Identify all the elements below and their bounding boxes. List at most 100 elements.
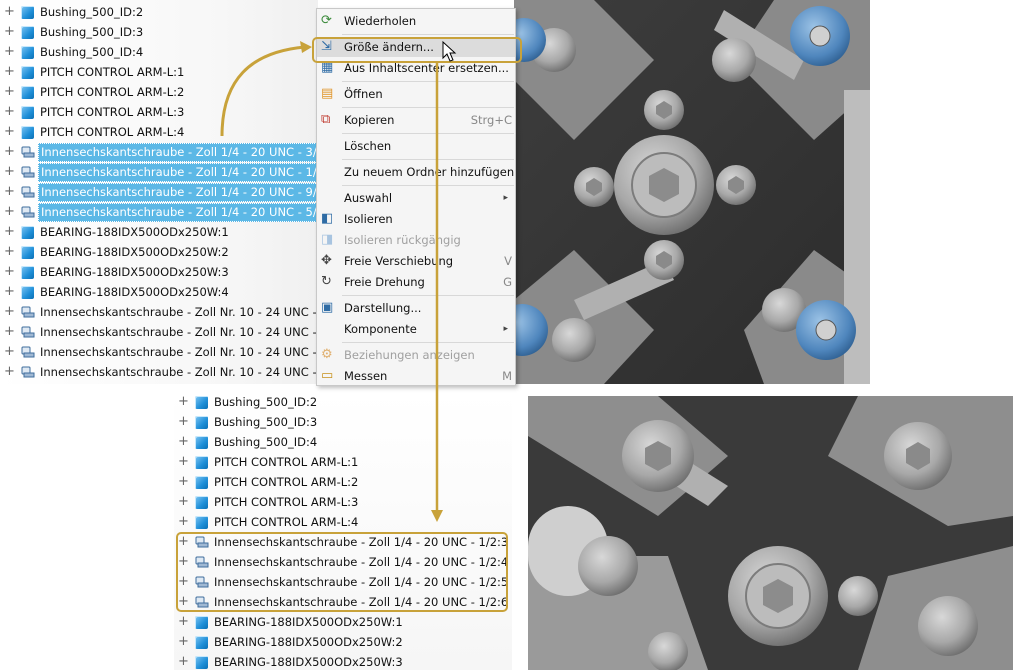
menu-item[interactable]: ✥ Freie Verschiebung V <box>317 251 515 271</box>
expand-icon[interactable]: + <box>178 632 189 652</box>
expand-icon[interactable]: + <box>4 262 15 282</box>
expand-icon[interactable]: + <box>4 82 15 102</box>
part-icon <box>21 246 34 259</box>
menu-separator <box>342 295 514 296</box>
menu-item[interactable]: ⧉ Kopieren Strg+C <box>317 110 515 130</box>
part-icon <box>21 266 34 279</box>
expand-icon[interactable]: + <box>4 342 15 362</box>
menu-item-label: Isolieren <box>344 212 393 226</box>
tree-row-label: Bushing_500_ID:3 <box>214 415 318 429</box>
menu-item[interactable]: ▣ Darstellung... <box>317 298 515 318</box>
menu-item-label: Öffnen <box>344 87 383 101</box>
graphics-view-after[interactable] <box>528 396 1013 670</box>
expand-icon[interactable]: + <box>4 22 15 42</box>
graphics-view-before[interactable] <box>514 0 870 384</box>
content-center-icon: ▦ <box>321 60 334 75</box>
menu-separator <box>342 107 514 108</box>
expand-icon[interactable]: + <box>4 202 15 222</box>
menu-item[interactable]: ▤ Öffnen <box>317 84 515 104</box>
tree-row-label: PITCH CONTROL ARM-L:4 <box>214 515 359 529</box>
menu-item[interactable]: ▭ Messen M <box>317 366 515 386</box>
tree-row-label: BEARING-188IDX500ODx250W:1 <box>214 615 403 629</box>
undo-isolate-icon: ◨ <box>321 232 334 247</box>
expand-icon[interactable]: + <box>4 182 15 202</box>
menu-item[interactable]: Zu neuem Ordner hinzufügen <box>317 162 515 182</box>
part-icon <box>21 286 34 299</box>
appearance-icon: ▣ <box>321 300 334 315</box>
part-icon <box>195 616 208 629</box>
tree-row-label: Innensechskantschraube - Zoll Nr. 10 - 2… <box>40 365 318 379</box>
expand-icon[interactable]: + <box>178 452 189 472</box>
part-icon <box>195 416 208 429</box>
screw-icon <box>21 146 35 159</box>
free-move-icon: ✥ <box>321 253 332 268</box>
expand-icon[interactable]: + <box>4 282 15 302</box>
expand-icon[interactable]: + <box>178 492 189 512</box>
menu-item[interactable]: Auswahl ▸ <box>317 188 515 208</box>
expand-icon[interactable]: + <box>4 242 15 262</box>
expand-icon[interactable]: + <box>178 472 189 492</box>
menu-separator <box>342 81 514 82</box>
menu-separator <box>342 342 514 343</box>
tree-row-label: Innensechskantschraube - Zoll 1/4 - 20 U… <box>38 203 318 222</box>
menu-item[interactable]: ⟳ Wiederholen <box>317 11 515 31</box>
expand-icon[interactable]: + <box>4 222 15 242</box>
menu-item-label: Freie Verschiebung <box>344 254 454 268</box>
submenu-arrow-icon: ▸ <box>503 324 508 334</box>
expand-icon[interactable]: + <box>4 62 15 82</box>
screw-icon <box>21 346 35 359</box>
tree-row-label: PITCH CONTROL ARM-L:4 <box>40 125 185 139</box>
tree-row-label: Bushing_500_ID:2 <box>214 395 318 409</box>
menu-separator <box>342 185 514 186</box>
menu-item[interactable]: ↻ Freie Drehung G <box>317 272 515 292</box>
menu-separator <box>342 159 514 160</box>
expand-icon[interactable]: + <box>4 142 15 162</box>
menu-item-label: Messen <box>344 369 388 383</box>
tree-row-label: BEARING-188IDX500ODx250W:1 <box>40 225 229 239</box>
expand-icon[interactable]: + <box>178 412 189 432</box>
menu-item-label: Isolieren rückgängig <box>344 233 461 247</box>
expand-icon[interactable]: + <box>4 102 15 122</box>
menu-item-shortcut: Strg+C <box>470 113 512 127</box>
part-icon <box>195 476 208 489</box>
part-icon <box>21 6 34 19</box>
tree-row-label: Bushing_500_ID:4 <box>214 435 318 449</box>
expand-icon[interactable]: + <box>4 122 15 142</box>
measure-icon: ▭ <box>321 368 334 383</box>
screw-icon <box>21 186 35 199</box>
tree-row-label: Bushing_500_ID:2 <box>40 5 144 19</box>
menu-item-label: Freie Drehung <box>344 275 425 289</box>
expand-icon[interactable]: + <box>4 42 15 62</box>
expand-icon[interactable]: + <box>4 322 15 342</box>
expand-icon[interactable]: + <box>178 432 189 452</box>
copy-icon: ⧉ <box>321 112 331 127</box>
menu-item[interactable]: Löschen <box>317 136 515 156</box>
expand-icon[interactable]: + <box>4 362 15 382</box>
expand-icon[interactable]: + <box>178 652 189 670</box>
model-browser-tree-after: + Bushing_500_ID:2 + Bushing_500_ID:3 + Bushi… <box>174 392 512 670</box>
tree-row-label: BEARING-188IDX500ODx250W:3 <box>214 655 403 669</box>
menu-item[interactable]: Komponente ▸ <box>317 319 515 339</box>
tree-row-label: BEARING-188IDX500ODx250W:4 <box>40 285 229 299</box>
part-icon <box>195 496 208 509</box>
part-icon <box>195 656 208 669</box>
tree-row-label: Innensechskantschraube - Zoll Nr. 10 - 2… <box>40 305 318 319</box>
tree-row-label: BEARING-188IDX500ODx250W:2 <box>40 245 229 259</box>
menu-item[interactable]: ◧ Isolieren <box>317 209 515 229</box>
expand-icon[interactable]: + <box>4 162 15 182</box>
tree-row-label: PITCH CONTROL ARM-L:1 <box>40 65 185 79</box>
expand-icon[interactable]: + <box>178 612 189 632</box>
expand-icon[interactable]: + <box>178 392 189 412</box>
expand-icon[interactable]: + <box>178 512 189 532</box>
part-icon <box>21 66 34 79</box>
part-icon <box>21 86 34 99</box>
submenu-arrow-icon: ▸ <box>503 193 508 203</box>
expand-icon[interactable]: + <box>4 302 15 322</box>
repeat-icon: ⟳ <box>321 13 332 28</box>
menu-item: ⚙ Beziehungen anzeigen <box>317 345 515 365</box>
part-icon <box>195 396 208 409</box>
screw-icon <box>21 206 35 219</box>
menu-separator <box>342 34 514 35</box>
expand-icon[interactable]: + <box>4 2 15 22</box>
menu-item-shortcut: V <box>504 254 512 268</box>
